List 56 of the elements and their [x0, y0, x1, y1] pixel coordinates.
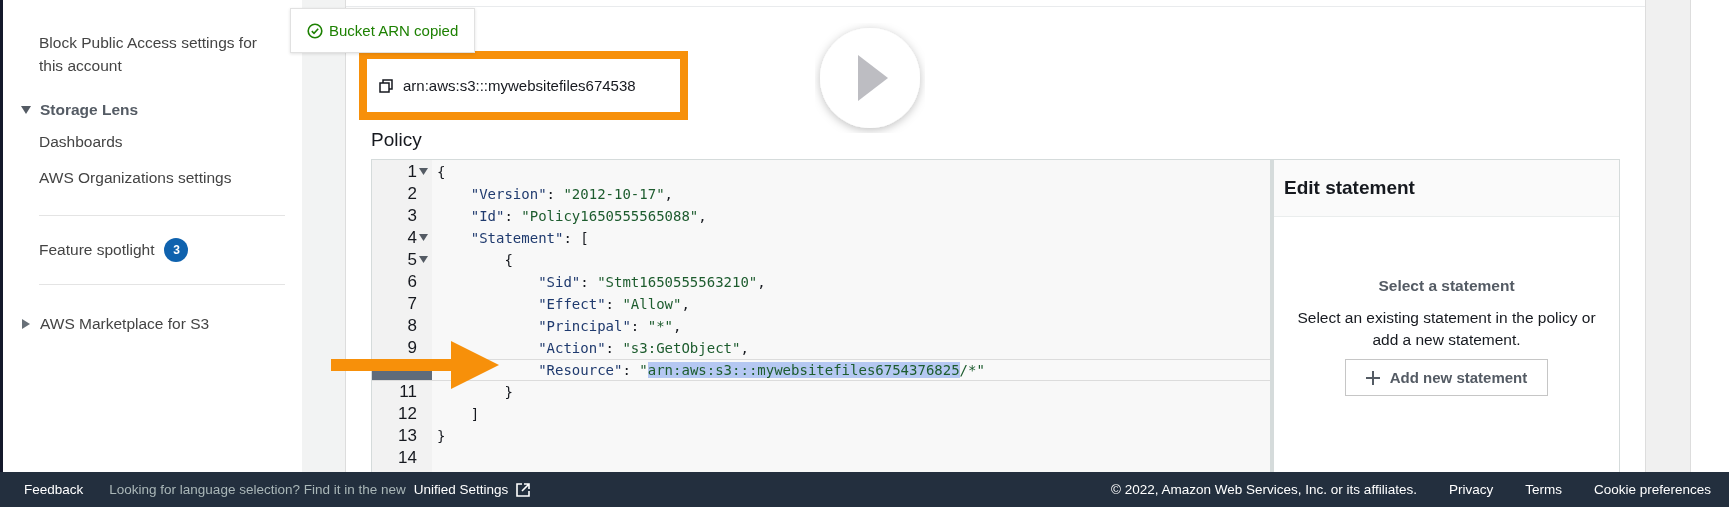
toast-message: Bucket ARN copied [329, 22, 459, 39]
line-number: 6 [406, 271, 417, 293]
line-number: 12 [397, 403, 417, 425]
code-line: { [504, 252, 513, 268]
add-statement-button[interactable]: Add new statement [1344, 359, 1549, 396]
line-number: 11 [398, 381, 417, 403]
panel-title: Edit statement [1284, 177, 1415, 199]
external-link-icon [516, 482, 531, 497]
code-line: { [437, 164, 446, 180]
unified-settings-link[interactable]: Unified Settings [413, 482, 509, 497]
empty-state-text: Select an existing statement in the policy or add a new statement. [1296, 308, 1597, 350]
plus-icon [1365, 370, 1380, 385]
language-hint: Looking for language selection? Find it in the new [109, 482, 406, 497]
code-line: "Principal": "*", [538, 318, 682, 334]
footer-link[interactable]: Privacy [1448, 482, 1494, 497]
line-number: 14 [397, 447, 417, 469]
code-line: ] [470, 406, 480, 422]
collapsed-caret-icon[interactable] [21, 319, 31, 329]
code-line: "Id": "Policy1650555565088", [470, 208, 707, 224]
line-number: 13 [397, 425, 417, 447]
fold-caret-icon[interactable] [419, 168, 428, 176]
sidebar-section[interactable]: AWS Marketplace for S3 [40, 315, 210, 333]
sidebar-item[interactable]: Block Public Access settings for this account [19, 28, 269, 80]
line-number: 2 [406, 183, 417, 205]
line-number: 4 [406, 227, 417, 249]
footer-link[interactable]: Cookie preferences [1593, 482, 1711, 497]
copyright-text: © 2022, Amazon Web Services, Inc. or its affiliates. [1111, 482, 1417, 497]
count-badge: 3 [164, 238, 189, 262]
sidebar-item[interactable]: AWS Organizations settings [19, 163, 269, 192]
code-line: "Sid": "Stmt1650555563210", [538, 274, 766, 290]
line-number: 7 [406, 293, 417, 315]
line-number: 3 [406, 205, 417, 227]
code-line: "Effect": "Allow", [538, 296, 690, 312]
expanded-caret-icon[interactable] [21, 105, 31, 115]
bucket-arn: arn:aws:s3:::mywebsitefiles674538 [403, 77, 636, 94]
policy-label: Policy [371, 129, 423, 151]
fold-caret-icon[interactable] [419, 234, 428, 242]
line-number: 9 [406, 337, 417, 359]
code-line: } [437, 428, 446, 444]
check-circle-icon [307, 22, 323, 39]
empty-state-title: Select a statement [1378, 277, 1515, 295]
footer-link[interactable]: Terms [1525, 482, 1562, 497]
code-line: } [504, 384, 513, 400]
code-line: "Version": "2012-10-17", [470, 186, 673, 202]
line-number: 1 [406, 161, 417, 183]
line-number: 8 [406, 315, 417, 337]
copy-icon[interactable] [379, 78, 393, 93]
fold-caret-icon[interactable] [419, 256, 428, 264]
sidebar-item[interactable]: Feature spotlight [39, 241, 155, 259]
code-line: "Resource": "arn:aws:s3:::mywebsitefiles6754376825/*" [538, 362, 985, 378]
code-line: "Statement": [ [470, 230, 589, 246]
sidebar-section[interactable]: Storage Lens [40, 101, 139, 119]
line-number: 5 [406, 249, 417, 271]
sidebar-item[interactable]: Dashboards [19, 127, 269, 156]
feedback-link[interactable]: Feedback [24, 482, 84, 497]
code-line: "Action": "s3:GetObject", [538, 340, 749, 356]
